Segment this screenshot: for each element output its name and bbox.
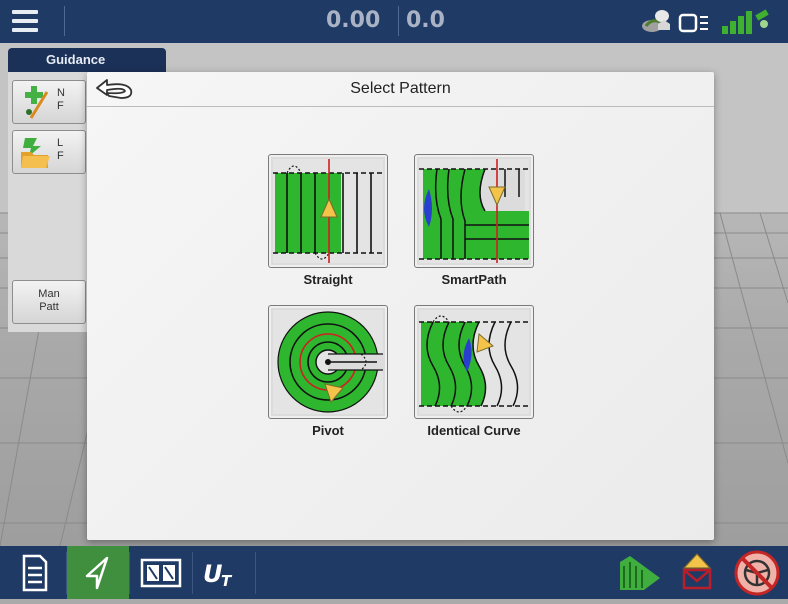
split-screen-button[interactable] [130, 546, 192, 599]
universal-terminal-icon: U T [203, 560, 233, 590]
dialog-title: Select Pattern [350, 80, 451, 97]
manage-patterns-button[interactable]: Man Patt [12, 280, 86, 324]
load-pattern-button[interactable]: L F [12, 130, 86, 174]
guidance-tab[interactable]: Guidance [8, 48, 166, 72]
coverage-map-icon [620, 556, 660, 590]
load-folder-icon [21, 138, 50, 168]
divider [64, 6, 65, 36]
new-pattern-label-1: N [57, 87, 65, 99]
pivot-pattern-icon [273, 310, 383, 414]
universal-terminal-button[interactable]: U T [193, 546, 255, 599]
new-pattern-button[interactable]: N F [12, 80, 86, 124]
alarm-icon [682, 553, 712, 590]
dialog-header: Select Pattern [87, 72, 714, 107]
new-pattern-label-2: F [57, 100, 64, 112]
pattern-straight-label: Straight [303, 272, 353, 287]
guidance-tab-label: Guidance [46, 52, 106, 67]
alarm-button[interactable] [666, 546, 728, 599]
pattern-straight-tile [268, 154, 388, 268]
reports-button[interactable] [4, 546, 66, 599]
pattern-smartpath-tile [414, 154, 534, 268]
coverage-map-button[interactable] [604, 546, 666, 599]
reports-icon [22, 554, 48, 592]
manage-patterns-label-2: Patt [39, 301, 59, 313]
guidance-button[interactable] [67, 546, 129, 599]
smartpath-pattern-icon [419, 159, 529, 263]
implement-icon[interactable] [678, 13, 708, 33]
identical-curve-pattern-icon [419, 310, 529, 414]
svg-text:T: T [221, 572, 233, 590]
steering-disabled-button[interactable] [726, 546, 788, 599]
gps-signal-icon[interactable] [722, 9, 769, 34]
status-icon-group [638, 6, 778, 38]
svg-text:U: U [203, 560, 223, 588]
speed-readout: 0.00 [326, 8, 381, 33]
heading-readout: 0.0 [406, 8, 445, 33]
load-pattern-label-2: F [57, 150, 64, 162]
load-pattern-label-1: L [57, 137, 64, 149]
add-line-icon [25, 86, 49, 119]
pattern-pivot-label: Pivot [312, 423, 344, 438]
field-status-icon[interactable] [642, 10, 670, 32]
steering-disabled-icon [734, 550, 780, 596]
pattern-identical-curve-tile [414, 305, 534, 419]
pattern-smartpath-label: SmartPath [441, 272, 507, 287]
manage-patterns-label-1: Man [38, 288, 60, 300]
bottom-toolbar: U T [0, 546, 788, 599]
guidance-side-panel: N F L F Man Patt [8, 72, 89, 332]
menu-button[interactable] [8, 6, 52, 36]
straight-pattern-icon [273, 159, 383, 263]
top-status-bar: 0.00 0.0 [0, 0, 788, 43]
pattern-pivot-tile [268, 305, 388, 419]
divider [398, 6, 399, 36]
split-screen-icon [140, 558, 182, 588]
select-pattern-dialog: Select Pattern Straight SmartPath Pivot … [87, 72, 714, 540]
pattern-identical-curve-label: Identical Curve [427, 423, 521, 438]
guidance-icon [85, 556, 109, 590]
